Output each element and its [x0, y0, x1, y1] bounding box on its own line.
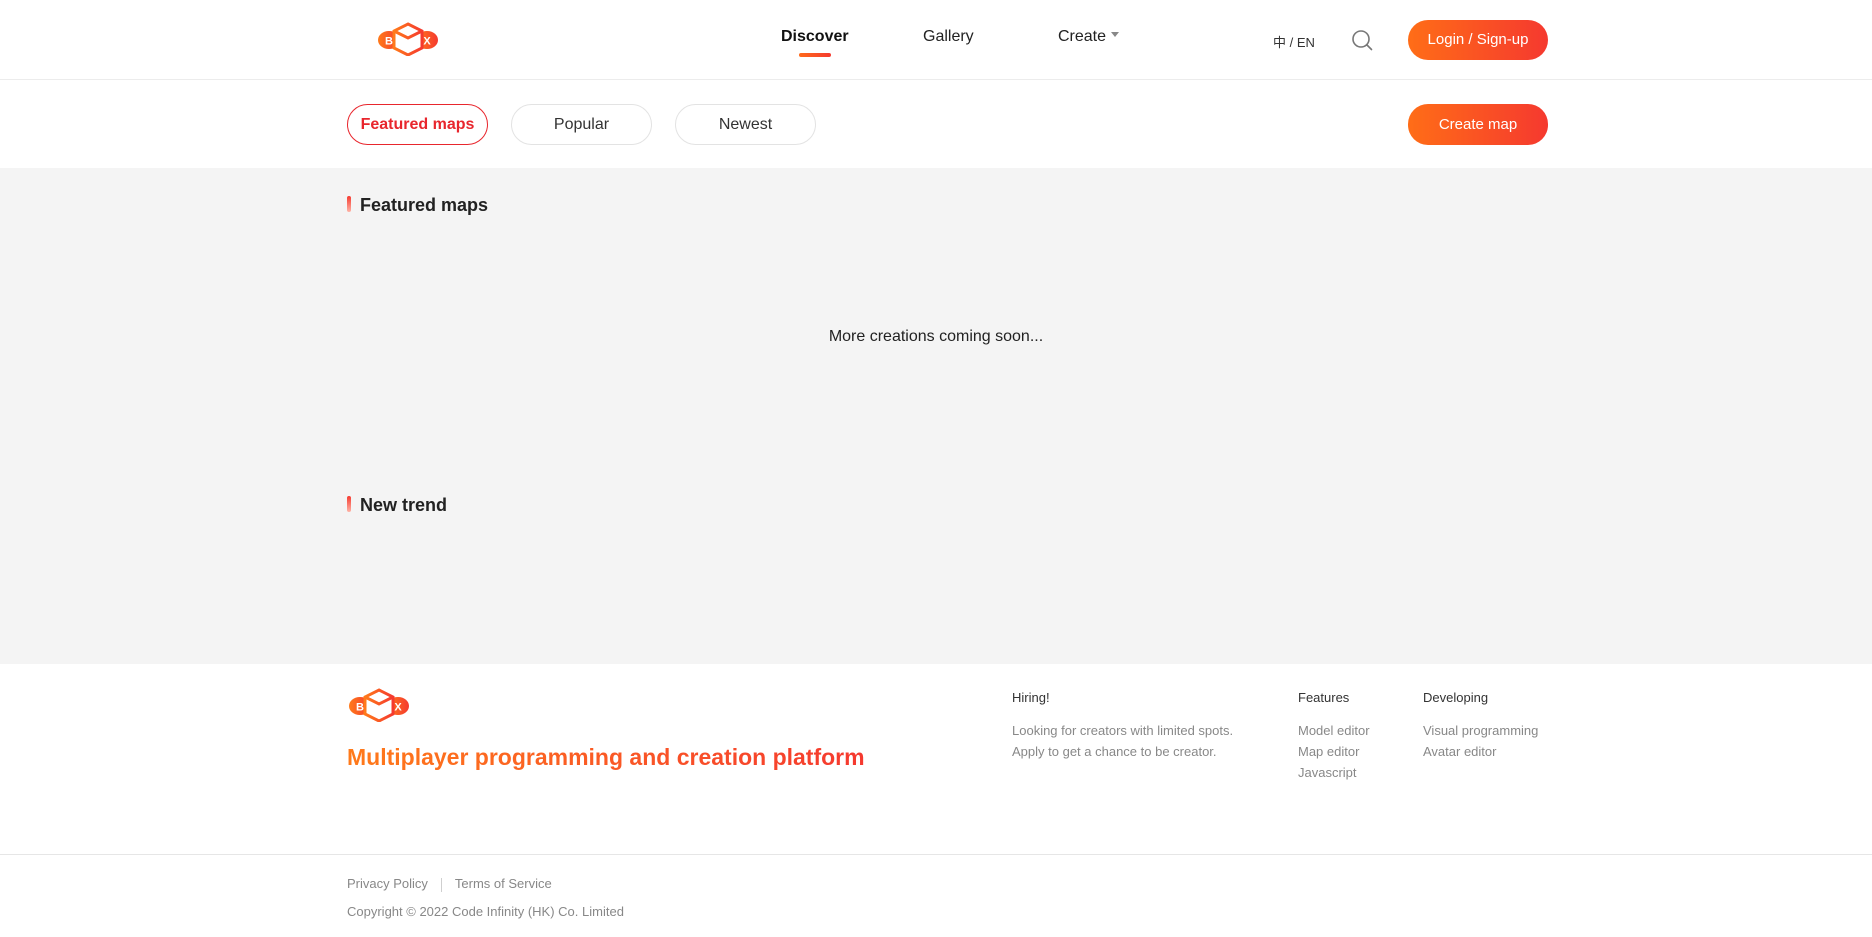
section-marker	[347, 196, 351, 212]
footer-link-avatar-editor[interactable]: Avatar editor	[1423, 741, 1538, 762]
footer-link-map-editor[interactable]: Map editor	[1298, 741, 1370, 762]
search-icon[interactable]	[1350, 28, 1374, 52]
nav-create-label: Create	[1058, 28, 1107, 45]
privacy-policy-link[interactable]: Privacy Policy	[347, 876, 428, 891]
footer-slogan: Multiplayer programming and creation pla…	[347, 744, 865, 770]
svg-text:X: X	[394, 702, 402, 714]
nav-create-dropdown[interactable]: Create	[1058, 28, 1120, 46]
chevron-down-icon	[1111, 32, 1120, 38]
footer-developing-column: Developing Visual programming Avatar edi…	[1423, 690, 1538, 762]
language-switch[interactable]: 中 / EN	[1273, 32, 1315, 51]
tab-featured-maps[interactable]: Featured maps	[347, 104, 488, 145]
footer-hiring-title: Hiring!	[1012, 690, 1050, 705]
featured-maps-heading-text: Featured maps	[360, 195, 489, 215]
create-map-button[interactable]: Create map	[1408, 104, 1548, 145]
nav-discover[interactable]: Discover	[781, 28, 849, 46]
footer-features-title: Features	[1298, 690, 1350, 705]
login-signup-button[interactable]: Login / Sign-up	[1408, 20, 1548, 60]
terms-of-service-link[interactable]: Terms of Service	[455, 876, 552, 891]
nav-gallery[interactable]: Gallery	[923, 28, 974, 46]
legal-links: Privacy Policy Terms of Service	[347, 876, 552, 892]
tab-newest[interactable]: Newest	[675, 104, 816, 145]
new-trend-heading-text: New trend	[360, 495, 448, 515]
footer: B X Multiplayer programming and creation…	[0, 664, 1872, 855]
section-marker	[347, 496, 351, 512]
copyright-text: Copyright © 2022 Code Infinity (HK) Co. …	[347, 904, 624, 919]
svg-text:X: X	[423, 36, 431, 48]
empty-state-message: More creations coming soon...	[828, 328, 1044, 345]
svg-text:B: B	[356, 702, 364, 714]
svg-text:B: B	[385, 36, 393, 48]
new-trend-heading: New trend	[347, 495, 447, 516]
footer-link-javascript[interactable]: Javascript	[1298, 762, 1370, 783]
footer-link-visual-programming[interactable]: Visual programming	[1423, 720, 1538, 741]
tab-popular[interactable]: Popular	[511, 104, 652, 145]
footer-hiring-line: Looking for creators with limited spots.	[1012, 723, 1234, 738]
box-logo-icon: B X	[349, 688, 409, 722]
footer-hiring-column: Hiring! Looking for creators with limite…	[1012, 690, 1233, 762]
footer-hiring-line: Apply to get a chance to be creator.	[1012, 744, 1217, 759]
top-header: B X Discover Gallery Create 中 / EN Login…	[0, 0, 1872, 80]
box-logo-icon[interactable]: B X	[376, 22, 440, 56]
legal-bar: Privacy Policy Terms of Service Copyright…	[0, 855, 1872, 937]
footer-features-column: Features Model editor Map editor Javascr…	[1298, 690, 1370, 783]
divider	[440, 877, 442, 892]
filter-bar: Featured maps Popular Newest Create map	[0, 80, 1872, 168]
nav-active-indicator	[799, 53, 831, 57]
footer-developing-title: Developing	[1423, 690, 1489, 705]
main-content: Featured maps More creations coming soon…	[0, 168, 1872, 664]
footer-link-model-editor[interactable]: Model editor	[1298, 720, 1370, 741]
featured-maps-heading: Featured maps	[347, 195, 488, 216]
